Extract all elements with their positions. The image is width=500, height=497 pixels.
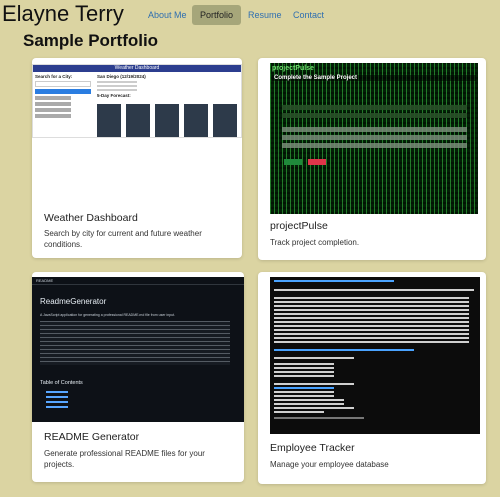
project-title: Weather Dashboard (44, 212, 138, 224)
thumb-text-line (274, 371, 334, 373)
thumb-task-row (282, 135, 467, 140)
thumb-text-line (274, 309, 469, 311)
thumb-text-line (274, 403, 344, 405)
thumb-delete-button (308, 159, 326, 165)
thumb-history-item (35, 108, 71, 112)
thumb-text-line (274, 325, 469, 327)
project-description: Manage your employee database (270, 460, 389, 469)
thumb-text-line (274, 375, 334, 377)
thumb-text-line (274, 313, 469, 315)
projectpulse-screenshot[interactable]: projectPulse Complete the Sample Project (270, 63, 478, 214)
thumb-menu-line (274, 387, 334, 389)
thumb-forecast-label: 5-Day Forecast: (97, 93, 131, 98)
thumb-heading: Complete the Sample Project (272, 75, 476, 81)
thumb-code-block (40, 321, 230, 365)
project-title: README Generator (44, 431, 140, 443)
readme-generator-screenshot[interactable]: README ReadmeGenerator A JavaScript appl… (32, 277, 244, 422)
nav-link-about-me[interactable]: About Me (140, 5, 195, 25)
project-card-readme-generator[interactable]: README ReadmeGenerator A JavaScript appl… (32, 272, 244, 482)
thumb-text-line (274, 407, 354, 409)
thumb-header: Weather Dashboard (33, 65, 241, 72)
nav-link-contact[interactable]: Contact (285, 5, 332, 25)
thumb-text-line (274, 321, 469, 323)
project-description: Track project completion. (270, 238, 360, 247)
thumb-text-line (274, 289, 474, 291)
thumb-task-row (282, 143, 467, 148)
project-card-employee-tracker[interactable]: Employee Tracker Manage your employee da… (258, 272, 486, 484)
thumb-text-line (274, 411, 324, 413)
thumb-text-line (274, 395, 334, 397)
thumb-text-line (274, 383, 354, 385)
thumb-history-item (35, 96, 71, 100)
thumb-forecast-card (184, 104, 208, 137)
thumb-weather-panel: San Diego (12/19/2024) 5-Day Forecast: (97, 74, 239, 137)
page-title: Sample Portfolio (23, 31, 159, 50)
thumb-task-row (282, 105, 467, 110)
project-description: Search by city for current and future we… (44, 229, 202, 249)
thumb-history-item (35, 114, 71, 118)
nav-link-portfolio[interactable]: Portfolio (192, 5, 242, 25)
thumb-task-row (282, 127, 467, 132)
thumb-text-line (274, 357, 354, 359)
employee-tracker-screenshot[interactable] (270, 277, 480, 434)
thumb-text-line (274, 317, 469, 319)
navbar: Elayne Terry About Me Portfolio Resume C… (0, 0, 500, 28)
nav-link-resume[interactable]: Resume (240, 5, 290, 25)
thumb-app-name: projectPulse (272, 65, 315, 72)
thumb-text-line (274, 417, 364, 419)
thumb-file-label: README (32, 277, 244, 285)
thumb-search-input (35, 81, 91, 87)
thumb-text-line (274, 363, 334, 365)
thumb-heading: ReadmeGenerator (40, 297, 107, 306)
thumb-search-panel: Search for a City: (35, 74, 91, 118)
thumb-text-line (97, 81, 137, 83)
project-title: Employee Tracker (270, 442, 355, 454)
thumb-search-label: Search for a City: (35, 74, 73, 79)
thumb-text-line (274, 305, 469, 307)
thumb-toc-link (46, 396, 68, 398)
thumb-text-line (97, 89, 137, 91)
thumb-city: San Diego (12/19/2024) (97, 74, 146, 79)
thumb-text-line (274, 341, 469, 343)
thumb-text-line (274, 399, 344, 401)
thumb-search-button (35, 89, 91, 94)
thumb-toc-link (46, 391, 68, 393)
project-title: projectPulse (270, 220, 328, 232)
thumb-text-line (274, 329, 469, 331)
thumb-toc-link (46, 401, 68, 403)
thumb-prompt-line (274, 280, 394, 282)
thumb-text-line (274, 333, 469, 335)
thumb-prompt-line (274, 349, 414, 351)
thumb-text-line (274, 301, 469, 303)
thumb-toc-link (46, 406, 68, 408)
thumb-history-item (35, 102, 71, 106)
thumb-forecast-card (126, 104, 150, 137)
thumb-task-row (282, 113, 467, 118)
thumb-text-line (274, 297, 469, 299)
project-description: Generate professional README files for y… (44, 449, 205, 469)
weather-dashboard-screenshot[interactable]: Weather Dashboard Search for a City: San… (32, 64, 242, 138)
thumb-text-line (274, 367, 334, 369)
thumb-text-line (274, 391, 334, 393)
thumb-forecast-card (213, 104, 237, 137)
project-card-weather[interactable]: Weather Dashboard Search for a City: San… (32, 58, 242, 258)
thumb-toc-heading: Table of Contents (40, 380, 83, 386)
thumb-forecast-card (155, 104, 179, 137)
thumb-text-line (97, 85, 137, 87)
thumb-add-button (284, 159, 302, 165)
thumb-text-line (274, 337, 469, 339)
thumb-forecast-card (97, 104, 121, 137)
thumb-intro: A JavaScript application for generating … (40, 313, 176, 317)
thumb-forecast-cards (97, 104, 239, 137)
project-card-projectpulse[interactable]: projectPulse Complete the Sample Project… (258, 58, 486, 260)
brand-name[interactable]: Elayne Terry (2, 2, 124, 26)
